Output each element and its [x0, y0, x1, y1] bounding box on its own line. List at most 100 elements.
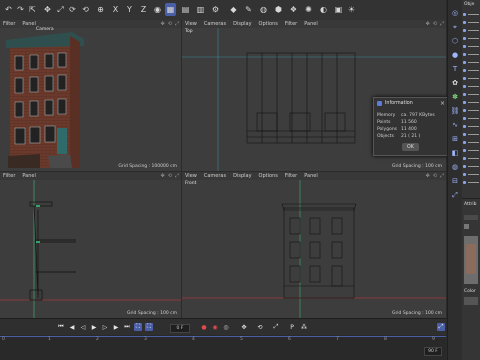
generator-icon[interactable]: ✽ [450, 92, 460, 102]
select-icon[interactable]: ⇱ [27, 3, 38, 16]
object-row[interactable] [463, 132, 479, 137]
point-level-icon[interactable]: ⁂ [300, 323, 308, 331]
object-row[interactable] [463, 12, 479, 17]
object-row[interactable] [463, 116, 479, 121]
record-icon[interactable]: ● [200, 323, 208, 331]
perspective-viewport[interactable]: Filter Panel ✥ ⟲ ⤢ Camera Grid Spacing : 1… [0, 20, 181, 171]
menu-cameras[interactable]: Cameras [204, 173, 226, 179]
next-frame-icon[interactable]: ▷ [101, 323, 109, 331]
object-row[interactable] [463, 172, 479, 177]
object-row[interactable] [463, 140, 479, 145]
prev-frame-icon[interactable]: ◁ [79, 323, 87, 331]
world-coordinates-icon[interactable]: ◉ [152, 3, 163, 16]
menu-options[interactable]: Options [259, 173, 278, 179]
object-row[interactable] [463, 108, 479, 113]
menu-cameras[interactable]: Cameras [204, 21, 226, 27]
y-axis-button[interactable]: Y [124, 3, 135, 16]
menu-view[interactable]: View [185, 173, 197, 179]
scale-key-icon[interactable]: ⤢ [272, 323, 280, 331]
menu-view[interactable]: View [185, 21, 197, 27]
snap-small-icon[interactable]: ⤢ [450, 190, 460, 200]
attribute-tab[interactable] [464, 215, 478, 220]
color-swatch[interactable] [464, 297, 478, 305]
subdivision-icon[interactable]: ◍ [258, 3, 269, 16]
end-frame-field[interactable]: 90 F [424, 347, 442, 356]
shading-icon[interactable]: ◧ [450, 148, 460, 158]
redo-icon[interactable]: ↷ [15, 3, 26, 16]
snap-icon[interactable]: ⛶ [145, 323, 153, 331]
cloner-icon[interactable]: ❖ [288, 3, 299, 16]
object-row[interactable] [463, 180, 479, 185]
x-axis-button[interactable]: X [110, 3, 121, 16]
render-active-view-icon[interactable]: ▦ [165, 3, 176, 16]
material-thumbnail[interactable] [464, 224, 469, 229]
render-queue-icon[interactable]: ▥ [195, 3, 206, 16]
frame-ruler[interactable]: 0 1 2 3 4 5 6 7 8 9 90 F [0, 335, 446, 360]
position-key-icon[interactable]: ✥ [240, 323, 248, 331]
object-row[interactable] [463, 100, 479, 105]
coordinate-icon[interactable]: ⊕ [95, 3, 106, 16]
menu-panel[interactable]: Panel [22, 21, 36, 27]
viewport-nav-icons[interactable]: ✥ ⟲ ⤢ [426, 173, 444, 179]
menu-filter[interactable]: Filter [3, 173, 15, 179]
object-row[interactable] [463, 44, 479, 49]
timeline-expand-icon[interactable]: ⤢ [437, 323, 445, 331]
camera-small-icon[interactable]: ⌖ [450, 22, 460, 32]
field-icon[interactable]: ◐ [318, 3, 329, 16]
viewport-nav-icons[interactable]: ✥ ⟲ ⤢ [426, 21, 444, 27]
menu-filter[interactable]: Filter [3, 21, 15, 27]
menu-options[interactable]: Options [259, 21, 278, 27]
render-view-icon[interactable]: ▤ [180, 3, 191, 16]
front-viewport[interactable]: View Cameras Display Options Filter Pane… [182, 172, 446, 318]
camera-icon[interactable]: ▣ [333, 3, 344, 16]
cube-icon[interactable]: ◆ [228, 3, 239, 16]
deformer-icon[interactable]: ✺ [303, 3, 314, 16]
object-row[interactable] [463, 84, 479, 89]
object-row[interactable] [463, 156, 479, 161]
move-icon[interactable]: ✥ [42, 3, 53, 16]
object-row[interactable] [463, 28, 479, 33]
viewport-nav-icons[interactable]: ✥ ⟲ ⤢ [161, 173, 179, 179]
object-row[interactable] [463, 52, 479, 57]
lock-icon[interactable]: ⊟ [450, 176, 460, 186]
rotation-key-icon[interactable]: ⟲ [256, 323, 264, 331]
object-row[interactable] [463, 60, 479, 65]
link-icon[interactable]: ⛓ [450, 106, 460, 116]
extrude-icon[interactable]: ⬢ [273, 3, 284, 16]
object-row[interactable] [463, 36, 479, 41]
redshift-icon[interactable]: ◎ [450, 8, 460, 18]
parameter-key-icon[interactable]: P [288, 323, 296, 331]
ok-button[interactable]: OK [402, 143, 419, 151]
undo-icon[interactable]: ↶ [3, 3, 14, 16]
autokey-icon[interactable]: ◉ [211, 323, 219, 331]
menu-filter[interactable]: Filter [285, 173, 297, 179]
object-row[interactable] [463, 148, 479, 153]
go-to-end-icon[interactable]: ⏭ [123, 323, 131, 331]
render-settings-icon[interactable]: ⚙ [210, 3, 221, 16]
go-to-start-icon[interactable]: ⏮ [57, 323, 65, 331]
right-viewport[interactable]: Filter Panel ✥ ⟲ ⤢ Grid Spacing : 100 cm [0, 172, 181, 318]
loop-icon[interactable]: ⛶ [134, 323, 142, 331]
prev-key-icon[interactable]: ◀ [68, 323, 76, 331]
sphere-small-icon[interactable]: ● [450, 50, 460, 60]
play-icon[interactable]: ▶ [90, 323, 98, 331]
next-key-icon[interactable]: ▶ [112, 323, 120, 331]
object-row[interactable] [463, 68, 479, 73]
pen-icon[interactable]: ✎ [243, 3, 254, 16]
sky-icon[interactable]: ◍ [450, 162, 460, 172]
object-row[interactable] [463, 164, 479, 169]
menu-panel[interactable]: Panel [304, 21, 318, 27]
object-row[interactable] [463, 92, 479, 97]
viewport-nav-icons[interactable]: ✥ ⟲ ⤢ [161, 21, 179, 27]
scale-icon[interactable]: ⤢ [55, 3, 66, 16]
menu-display[interactable]: Display [233, 173, 251, 179]
light-icon[interactable]: ☀ [346, 3, 357, 16]
rotate-icon[interactable]: ⟳ [67, 3, 78, 16]
grid-icon[interactable]: ⊞ [450, 134, 460, 144]
object-row[interactable] [463, 20, 479, 25]
object-row[interactable] [463, 76, 479, 81]
cube-small-icon[interactable]: ⬡ [450, 36, 460, 46]
text-icon[interactable]: T [450, 64, 460, 74]
menu-display[interactable]: Display [233, 21, 251, 27]
recent-icon[interactable]: ⟲ [80, 3, 91, 16]
